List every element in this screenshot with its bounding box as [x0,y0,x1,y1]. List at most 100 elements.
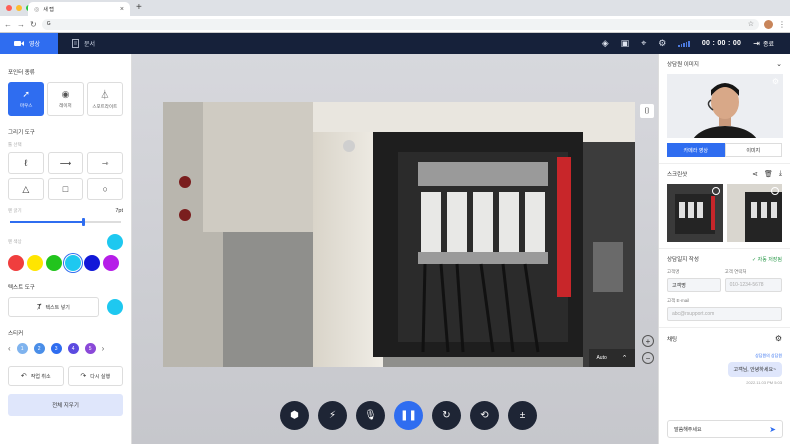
divider [659,327,790,328]
share-icon[interactable]: ⋖ [752,170,758,178]
brightness-button[interactable]: ± [508,401,537,430]
customer-name-input[interactable]: 고객명 [667,278,721,292]
tab-camera-video[interactable]: 카메라 영상 [667,143,725,157]
pen-width-label: 펜 굵기 [8,208,22,213]
chevron-down-icon[interactable]: ⌄ [776,60,782,68]
tab-image[interactable]: 이미지 [724,143,782,157]
laser-dot-icon: ◉ [61,89,70,99]
chat-settings-gear-icon[interactable]: ⚙ [775,334,782,343]
sticker-1[interactable]: 1 [16,343,28,354]
pen-curve-icon: ℓ [24,158,28,168]
new-tab-button[interactable]: + [136,2,142,13]
text-section-title: 텍스트 도구 [8,285,35,291]
close-tab-icon[interactable]: × [120,6,124,13]
sticker-5[interactable]: 5 [84,343,96,354]
triangle-tool[interactable]: △ [8,178,44,200]
shared-video-frame[interactable]: Auto ⌃ [163,102,635,367]
tab-title: 새 탭 [43,6,54,13]
quality-selector[interactable]: Auto ⌃ [589,349,635,367]
customer-phone-input[interactable]: 010-1234-5678 [724,278,782,292]
signal-strength-icon [678,40,690,47]
color-swatch[interactable] [65,255,81,271]
freehand-pen-tool[interactable]: ℓ [8,152,44,174]
current-color-indicator [107,234,123,250]
refresh-button[interactable]: ↻ [432,401,461,430]
send-icon[interactable]: ➤ [769,425,776,434]
pointer-spotlight-label: 스포트라이트 [92,104,118,109]
camera-settings-gear-icon[interactable]: ⚙ [772,77,779,86]
bookmark-star-icon[interactable]: ☆ [748,20,754,28]
color-swatch[interactable] [8,255,24,271]
back-icon[interactable]: ← [4,20,12,29]
color-swatch[interactable] [103,255,119,271]
pointer-laser-button[interactable]: ◉ 레이저 [47,82,84,116]
pen-width-value: 7pt [115,208,123,214]
globe-icon: ◎ [34,6,40,13]
switch-camera-button[interactable]: ⟲ [470,401,499,430]
consult-log-header: 상담일지 작성 ✓ 자동 저장됨 [667,255,782,264]
select-circle-icon[interactable] [711,187,720,195]
rectangle-tool[interactable]: □ [47,178,84,200]
mic-mute-button[interactable]: 🎙︎ [356,401,385,430]
end-call-button[interactable]: ⇥ 종료 [753,39,774,48]
chevron-right-icon[interactable]: › [102,344,105,353]
slider-handle[interactable] [81,218,85,226]
close-window-button[interactable] [6,5,12,11]
media-controls: ⬢ ⚡ 🎙︎ ❚❚ ↻ ⟲ ± [280,401,537,430]
flash-off-button[interactable]: ⚡ [318,401,347,430]
color-swatch[interactable] [27,255,43,271]
color-swatch[interactable] [84,255,100,271]
color-swatch[interactable] [46,255,62,271]
pointer-spotlight-button[interactable]: ⏃ 스포트라이트 [86,82,123,116]
zoom-out-button[interactable]: − [642,352,654,364]
location-pin-icon[interactable]: ⌖ [641,38,646,49]
open-arrow-tool[interactable]: ⇾ [87,152,123,174]
clear-all-button[interactable]: 전체 지우기 [8,394,123,416]
agent-camera-preview: ⚙ [667,74,783,138]
tab-video[interactable]: 영상 [0,33,58,54]
pen-width-slider[interactable] [8,218,123,226]
reload-icon[interactable]: ↻ [30,20,37,29]
undo-button[interactable]: ↶ 작업 취소 [8,366,64,386]
sticker-3[interactable]: 3 [50,343,62,354]
consult-log-title: 상담일지 작성 [667,257,699,263]
insert-text-button[interactable]: Ⱦ 텍스트 넣기 [8,297,99,317]
text-tool-row: Ⱦ 텍스트 넣기 [8,297,123,317]
chevron-left-icon[interactable]: ‹ [8,344,11,353]
circle-tool[interactable]: ○ [87,178,123,200]
agent-image-header[interactable]: 상담원 이미지 ⌄ [667,60,782,68]
ar-mode-button[interactable]: ⬢ [280,401,309,430]
more-menu-icon[interactable]: ⋮ [778,20,786,29]
text-color-indicator[interactable] [107,299,123,315]
screenshot-thumbnail[interactable] [667,184,723,242]
address-input[interactable]: G ☆ [41,18,759,30]
minimize-window-button[interactable] [16,5,22,11]
slider-fill [10,221,83,223]
screenshot-thumbnail[interactable] [726,184,782,242]
pointer-section-title: 포인터 종류 [8,70,35,76]
download-icon[interactable]: ⤓ [779,170,782,178]
capture-screenshot-button[interactable]: ⌷ [640,104,654,118]
sticker-4[interactable]: 4 [67,343,79,354]
end-call-label: 종료 [762,42,774,48]
chat-input[interactable]: 말씀해주세요 ➤ [667,420,783,438]
pointer-mouse-button[interactable]: ➚ 마우스 [8,82,45,116]
navigation-icon[interactable]: ◈ [602,38,609,49]
zoom-in-button[interactable]: + [642,335,654,347]
tab-document[interactable]: 문서 [58,33,109,54]
browser-tab[interactable]: ◎ 새 탭 × [28,2,130,16]
trash-icon[interactable]: 🗑︎ [764,170,773,178]
profile-avatar[interactable] [764,19,773,29]
redo-icon: ↷ [80,373,87,380]
arrow-tool[interactable]: ⟶ [47,152,84,174]
redo-button[interactable]: ↷ 다시 실행 [67,366,123,386]
pause-icon: ❚❚ [400,410,417,421]
forward-icon[interactable]: → [17,20,25,29]
customer-email-input[interactable]: abc@rsupport.com [667,307,782,321]
settings-gear-icon[interactable]: ⚙ [658,38,666,49]
sticker-2[interactable]: 2 [33,343,45,354]
chat-input-text: 말씀해주세요 [674,426,702,433]
qr-scan-icon[interactable]: ▣ [621,38,630,49]
pause-button[interactable]: ❚❚ [394,401,423,430]
select-circle-icon[interactable] [771,187,779,195]
